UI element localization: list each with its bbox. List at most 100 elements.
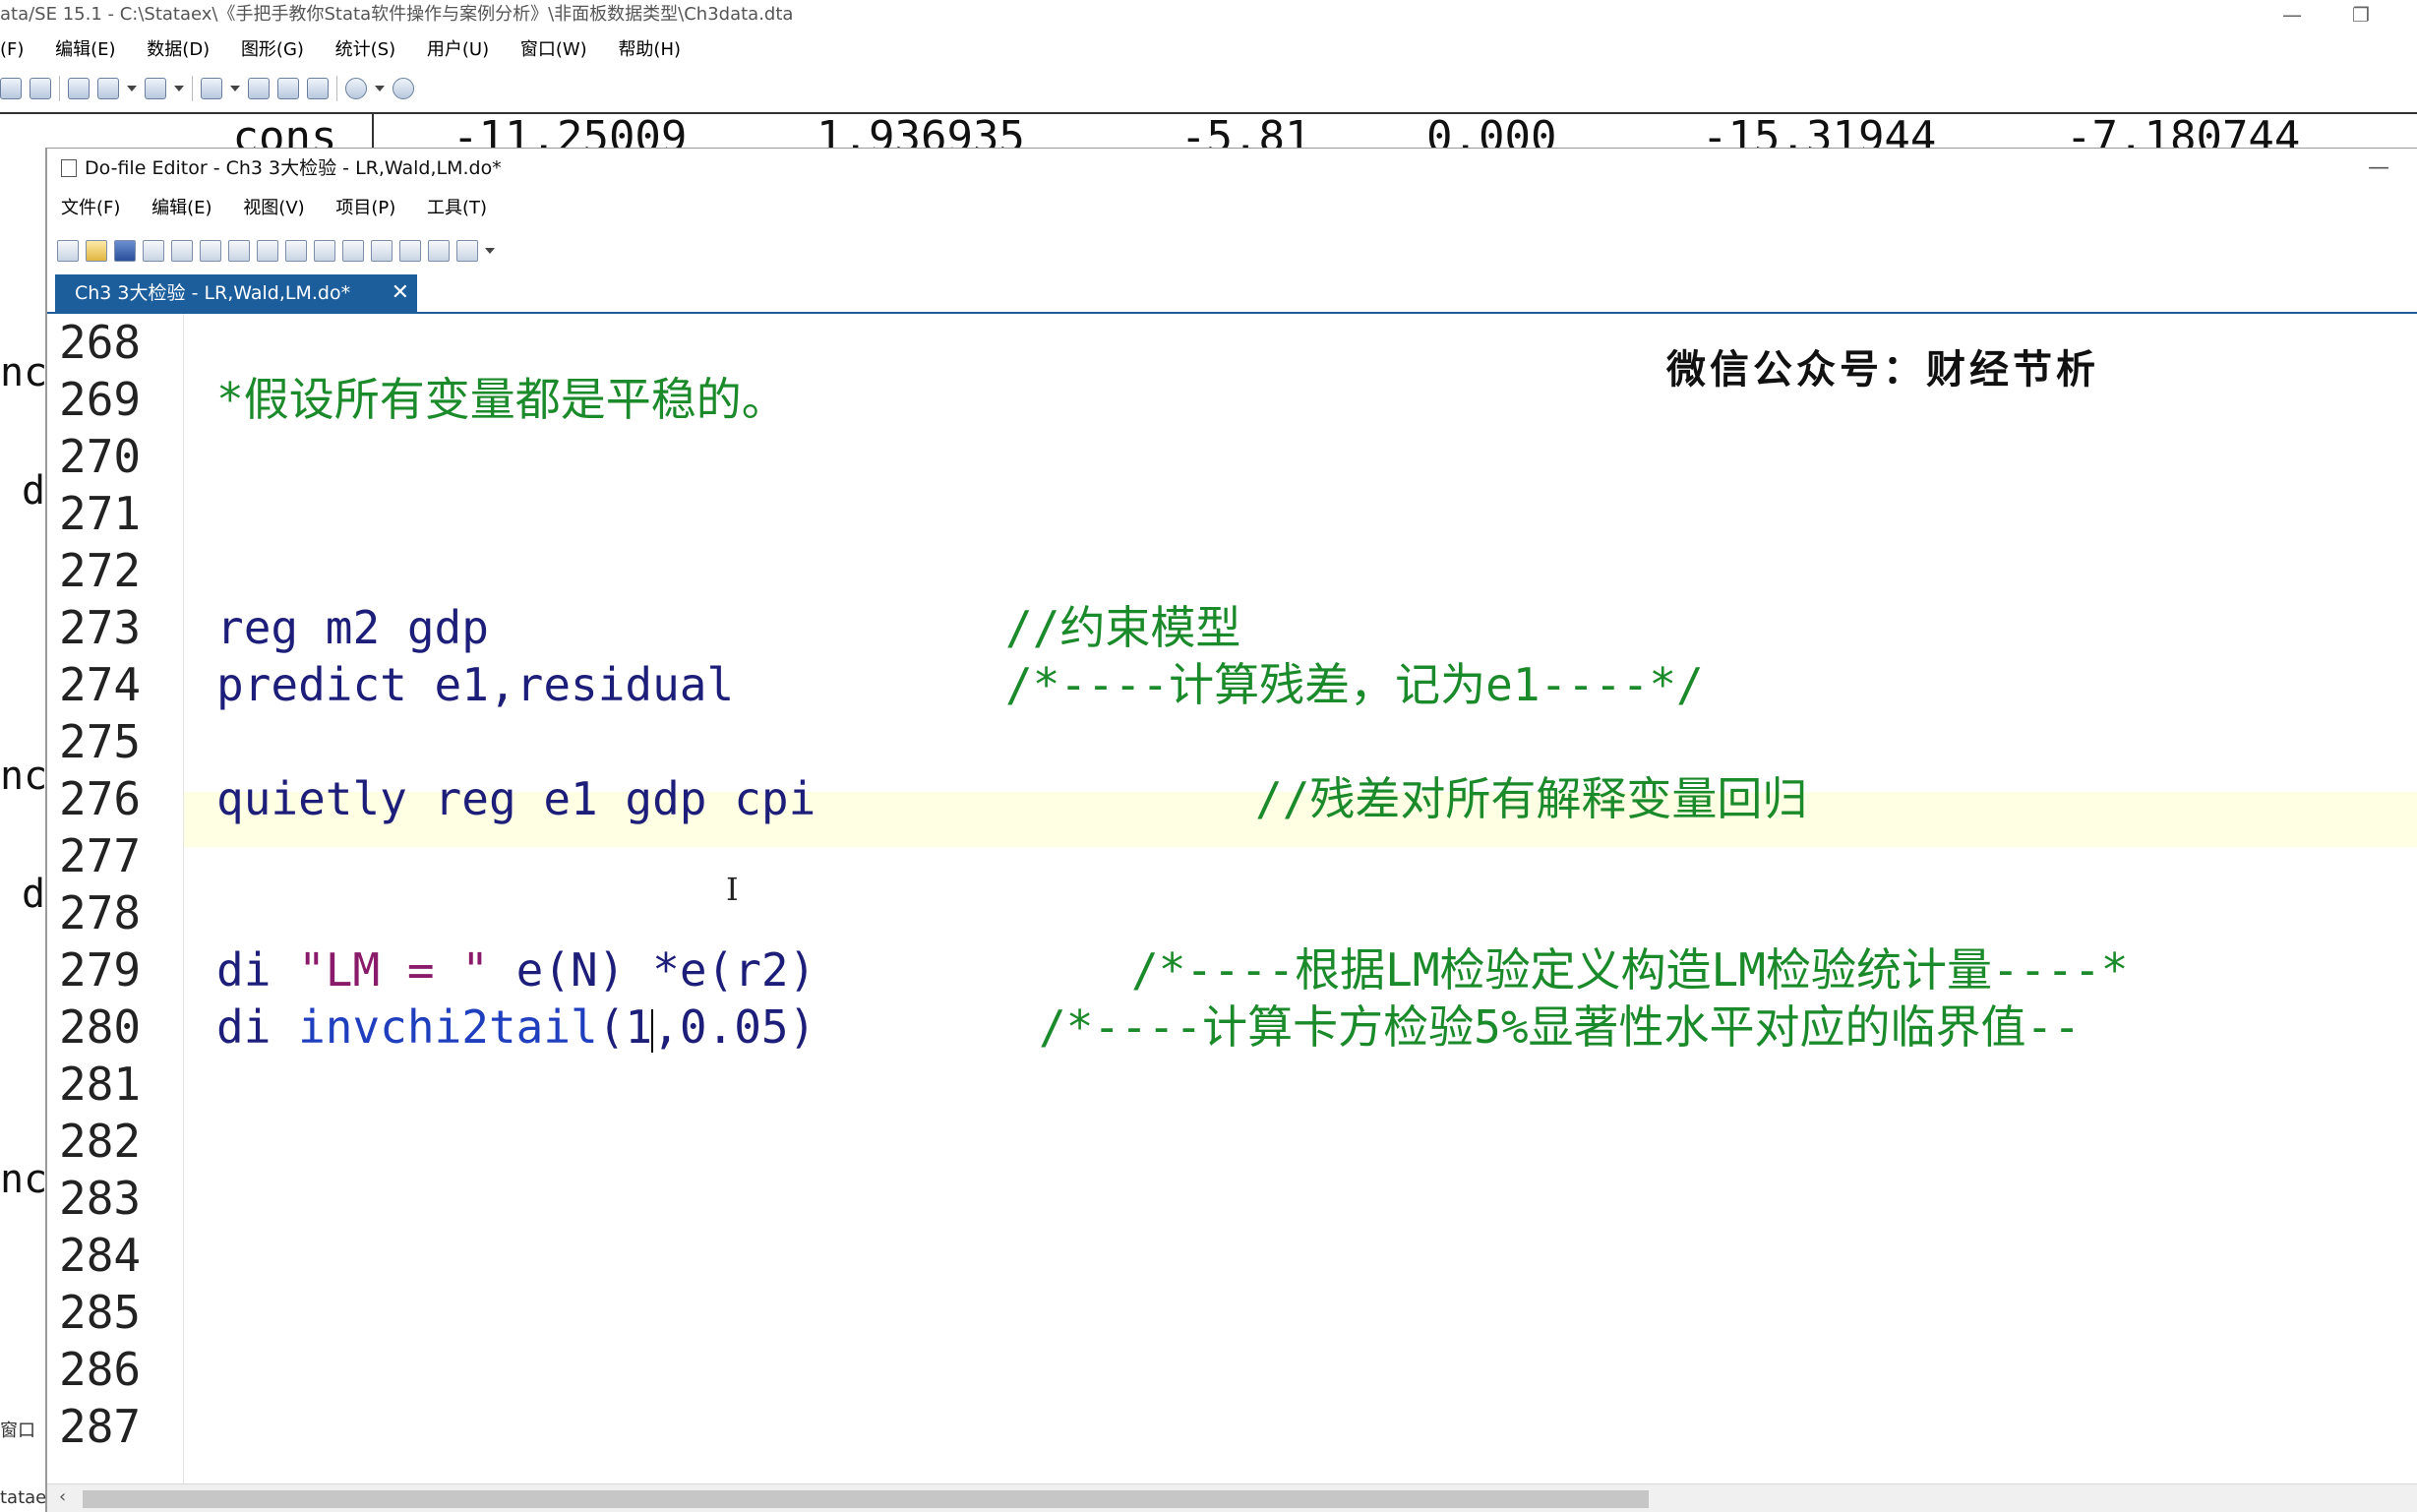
editor-dropdown-icon[interactable] [230, 86, 240, 91]
line-number: 285 [59, 1286, 142, 1339]
undo-icon[interactable] [285, 240, 307, 262]
line-number: 276 [59, 772, 142, 825]
menu-help[interactable]: 帮助(H) [618, 33, 681, 67]
close-icon[interactable]: ✕ [392, 274, 409, 312]
data-browser-icon[interactable] [277, 78, 299, 99]
left-fragment: d [22, 872, 46, 917]
toolbar-separator [192, 76, 193, 101]
stata-menu-bar: (F) 编辑(E) 数据(D) 图形(G) 统计(S) 用户(U) 窗口(W) … [0, 33, 2417, 67]
paste-icon[interactable] [257, 240, 278, 262]
menu-graphics[interactable]: 图形(G) [241, 33, 304, 67]
scroll-left-icon[interactable]: ‹ [59, 1486, 66, 1507]
menu-window[interactable]: 窗口(W) [520, 33, 587, 67]
print-icon[interactable] [143, 240, 164, 262]
indent-icon[interactable] [342, 240, 364, 262]
stata-results-left-edge: nc d nc d nc 窗口 tataex\ [0, 148, 63, 1511]
menu-file[interactable]: (F) [0, 33, 24, 67]
ibeam-cursor-icon: I [726, 871, 739, 908]
new-file-icon[interactable] [57, 240, 79, 262]
left-fragment: nc [0, 754, 48, 799]
line-number: 271 [59, 487, 142, 540]
do-file-editor-icon[interactable] [201, 78, 222, 99]
code-expression: e(N) *e(r2) [488, 943, 816, 997]
menu-data[interactable]: 数据(D) [147, 33, 210, 67]
open-icon[interactable] [86, 240, 107, 262]
stata-toolbar [0, 71, 492, 106]
line-number: 272 [59, 544, 142, 597]
result-stderr: 1.936935 [816, 112, 1025, 151]
do-file-icon [61, 159, 77, 177]
redo-icon[interactable] [314, 240, 335, 262]
editor-tab-strip: Ch3 3大检验 - LR,Wald,LM.do* ✕ [47, 271, 2417, 315]
editor-minimize-button[interactable]: — [2368, 149, 2389, 188]
result-coef: -11.25009 [453, 112, 688, 151]
restore-button[interactable]: ❐ [2341, 0, 2381, 30]
line-number: 284 [59, 1229, 142, 1282]
stata-title-bar: ata/SE 15.1 - C:\Stataex\《手把手教你Stata软件操作… [0, 0, 2417, 30]
menu-statistics[interactable]: 统计(S) [335, 33, 395, 67]
result-ci-low: -15.31944 [1702, 112, 1937, 151]
variables-manager-icon[interactable] [307, 78, 329, 99]
toolbar-separator [59, 76, 60, 101]
copy-icon[interactable] [228, 240, 250, 262]
code-line-279: di "LM = " e(N) *e(r2) [216, 941, 816, 998]
menu-user[interactable]: 用户(U) [427, 33, 489, 67]
more-dropdown-icon[interactable] [375, 86, 385, 91]
preview-icon[interactable] [428, 240, 450, 262]
result-ci-high: -7.180744 [2066, 112, 2301, 151]
code-string: "LM = " [298, 943, 489, 997]
line-number: 283 [59, 1172, 142, 1225]
editor-toolbar [57, 235, 495, 267]
result-p: 0.000 [1426, 112, 1557, 151]
run-icon[interactable] [456, 240, 478, 262]
line-number: 277 [59, 829, 142, 882]
line-number: 268 [59, 316, 142, 369]
menu-edit[interactable]: 编辑(E) [55, 33, 115, 67]
tab-do-file[interactable]: Ch3 3大检验 - LR,Wald,LM.do* ✕ [55, 274, 417, 312]
save-icon[interactable] [114, 240, 136, 262]
code-args: (1 [597, 1000, 653, 1054]
code-editor[interactable]: 268 269 270 271 272 273 274 275 276 277 … [47, 314, 2417, 1484]
code-args: ,0.05) [652, 1000, 816, 1054]
editor-menu-project[interactable]: 项目(P) [335, 194, 395, 223]
result-label: _cons [207, 112, 337, 151]
graph-icon[interactable] [145, 78, 166, 99]
result-t: -5.81 [1180, 112, 1311, 151]
code-command: quietly reg e1 gdp cpi [216, 772, 816, 825]
line-number: 287 [59, 1400, 142, 1453]
line-number: 282 [59, 1115, 142, 1168]
line-number: 269 [59, 373, 142, 426]
do-file-editor-window: Do-file Editor - Ch3 3大检验 - LR,Wald,LM.d… [45, 148, 2417, 1512]
editor-menu-view[interactable]: 视图(V) [243, 194, 304, 223]
line-number: 280 [59, 1000, 142, 1054]
find-icon[interactable] [171, 240, 193, 262]
left-fragment: nc [0, 1157, 48, 1202]
viewer-dropdown-icon[interactable] [127, 86, 137, 91]
toolbar-separator [336, 76, 337, 101]
graph-dropdown-icon[interactable] [174, 86, 184, 91]
upload-icon[interactable] [371, 240, 393, 262]
print-icon[interactable] [30, 78, 51, 99]
save-icon[interactable] [0, 78, 22, 99]
download-icon[interactable] [399, 240, 421, 262]
viewer-icon[interactable] [97, 78, 119, 99]
window-label[interactable]: 窗口 [0, 1417, 35, 1442]
editor-menu-file[interactable]: 文件(F) [61, 194, 120, 223]
editor-menu-tools[interactable]: 工具(T) [427, 194, 487, 223]
line-number: 270 [59, 430, 142, 483]
editor-menu-edit[interactable]: 编辑(E) [151, 194, 211, 223]
minimize-button[interactable]: — [2272, 0, 2312, 30]
log-icon[interactable] [68, 78, 90, 99]
more-icon[interactable] [345, 78, 367, 99]
cut-icon[interactable] [200, 240, 221, 262]
data-editor-icon[interactable] [248, 78, 270, 99]
run-dropdown-icon[interactable] [485, 248, 495, 254]
scrollbar-thumb[interactable] [83, 1490, 1649, 1508]
code-command: di [216, 1000, 299, 1054]
line-number: 281 [59, 1058, 142, 1111]
break-icon[interactable] [393, 78, 414, 99]
left-fragment: nc [0, 350, 48, 395]
line-number-gutter: 268 269 270 271 272 273 274 275 276 277 … [47, 314, 184, 1484]
code-comment: /*----计算卡方检验5%显著性水平对应的临界值-- [1039, 1000, 2081, 1054]
horizontal-scrollbar[interactable]: ‹ [47, 1483, 2417, 1512]
